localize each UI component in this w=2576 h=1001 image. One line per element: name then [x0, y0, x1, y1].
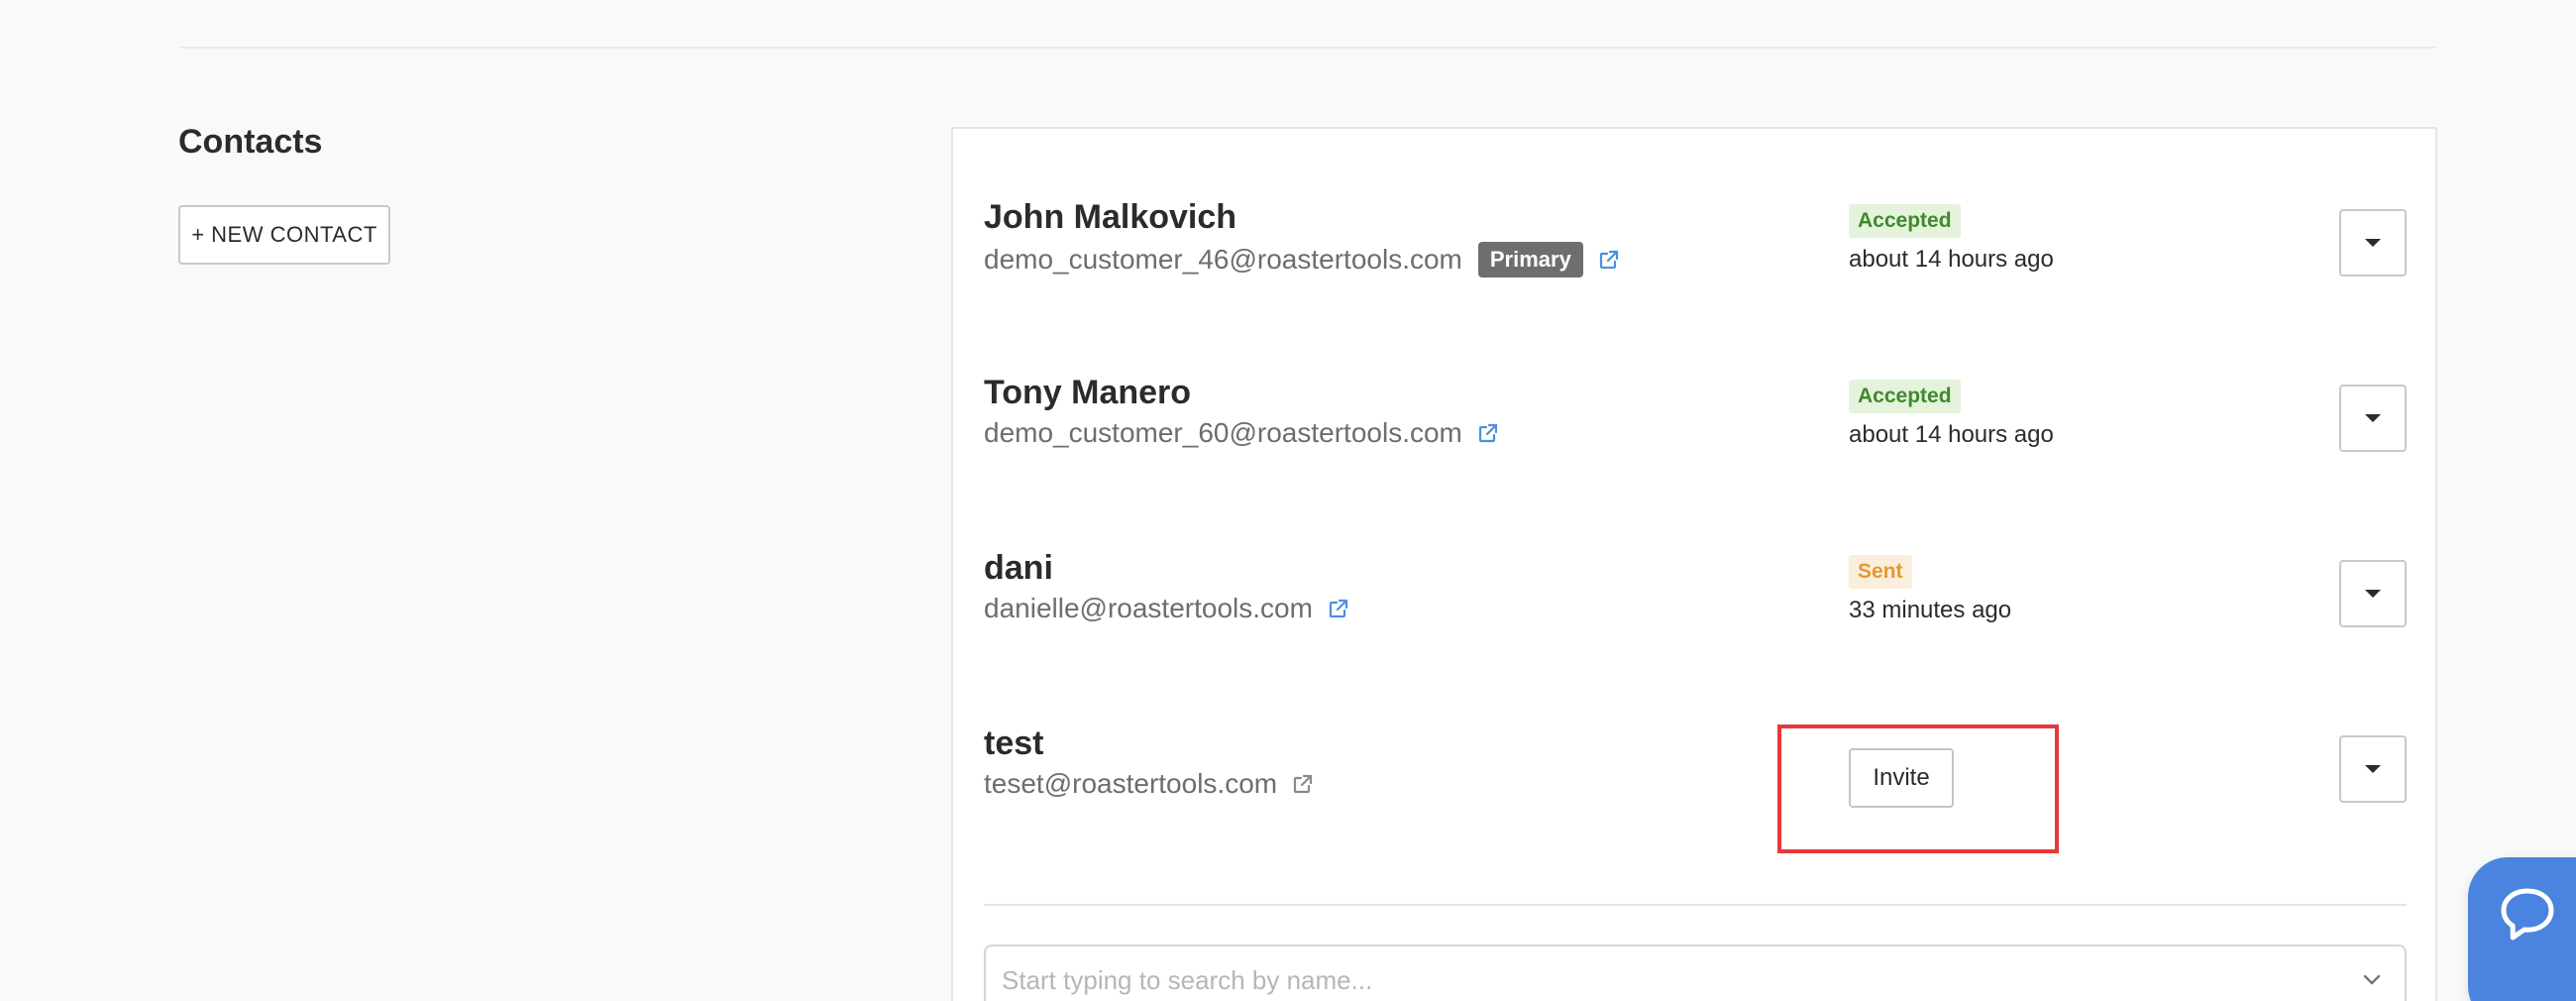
status-badge: Accepted — [1849, 380, 1961, 413]
contact-search-select[interactable] — [984, 945, 2407, 1001]
caret-down-icon — [2365, 239, 2381, 247]
primary-badge: Primary — [1477, 242, 1583, 278]
external-link-icon[interactable] — [1327, 597, 1350, 620]
caret-down-icon — [2365, 414, 2381, 422]
chat-widget-button[interactable] — [2468, 857, 2576, 1001]
contact-row: dani danielle@roastertools.com Sent 33 m… — [953, 549, 2435, 688]
panel-divider — [984, 904, 2407, 906]
external-link-icon[interactable] — [1476, 421, 1500, 445]
chevron-down-icon[interactable] — [2361, 968, 2383, 990]
contact-row: test teset@roastertools.com Invite — [953, 724, 2435, 863]
new-contact-button[interactable]: + NEW CONTACT — [178, 205, 390, 265]
contact-actions-dropdown[interactable] — [2339, 735, 2407, 803]
contact-email: danielle@roastertools.com — [984, 593, 1313, 623]
status-time: 33 minutes ago — [1849, 597, 2012, 623]
page: Contacts + NEW CONTACT John Malkovich de… — [0, 0, 2576, 1001]
contact-name: test — [984, 724, 1044, 762]
caret-down-icon — [2365, 765, 2381, 773]
status-block: Accepted about 14 hours ago — [1849, 204, 2054, 274]
contact-email-line: danielle@roastertools.com — [984, 593, 1350, 624]
status-block: Sent 33 minutes ago — [1849, 555, 2011, 624]
caret-down-icon — [2365, 590, 2381, 598]
status-block: Accepted about 14 hours ago — [1849, 380, 2054, 449]
invite-button[interactable]: Invite — [1849, 748, 1954, 808]
contact-search-input[interactable] — [1002, 960, 2329, 1000]
status-badge: Sent — [1849, 555, 1912, 589]
contact-email: demo_customer_60@roastertools.com — [984, 417, 1462, 448]
top-divider — [178, 47, 2437, 49]
contact-email: demo_customer_46@roastertools.com — [984, 244, 1462, 275]
chat-bubble-icon — [2501, 888, 2554, 941]
contact-row: John Malkovich demo_customer_46@roastert… — [953, 198, 2435, 337]
contact-actions-dropdown[interactable] — [2339, 385, 2407, 452]
status-badge: Accepted — [1849, 204, 1961, 238]
contact-name: dani — [984, 549, 1053, 587]
contact-name: John Malkovich — [984, 198, 1237, 236]
contact-email: teset@roastertools.com — [984, 768, 1278, 799]
contact-row: Tony Manero demo_customer_60@roastertool… — [953, 374, 2435, 512]
contact-actions-dropdown[interactable] — [2339, 209, 2407, 277]
contact-email-line: demo_customer_46@roastertools.com Primar… — [984, 242, 1621, 278]
external-link-icon[interactable] — [1597, 248, 1621, 272]
status-time: about 14 hours ago — [1849, 246, 2054, 273]
contact-email-line: teset@roastertools.com — [984, 768, 1315, 800]
section-title: Contacts — [178, 123, 323, 161]
external-link-icon[interactable] — [1291, 772, 1315, 796]
contacts-panel: John Malkovich demo_customer_46@roastert… — [951, 127, 2437, 1001]
status-time: about 14 hours ago — [1849, 421, 2054, 448]
contact-name: Tony Manero — [984, 374, 1192, 411]
contact-actions-dropdown[interactable] — [2339, 560, 2407, 627]
contact-email-line: demo_customer_60@roastertools.com — [984, 417, 1500, 449]
